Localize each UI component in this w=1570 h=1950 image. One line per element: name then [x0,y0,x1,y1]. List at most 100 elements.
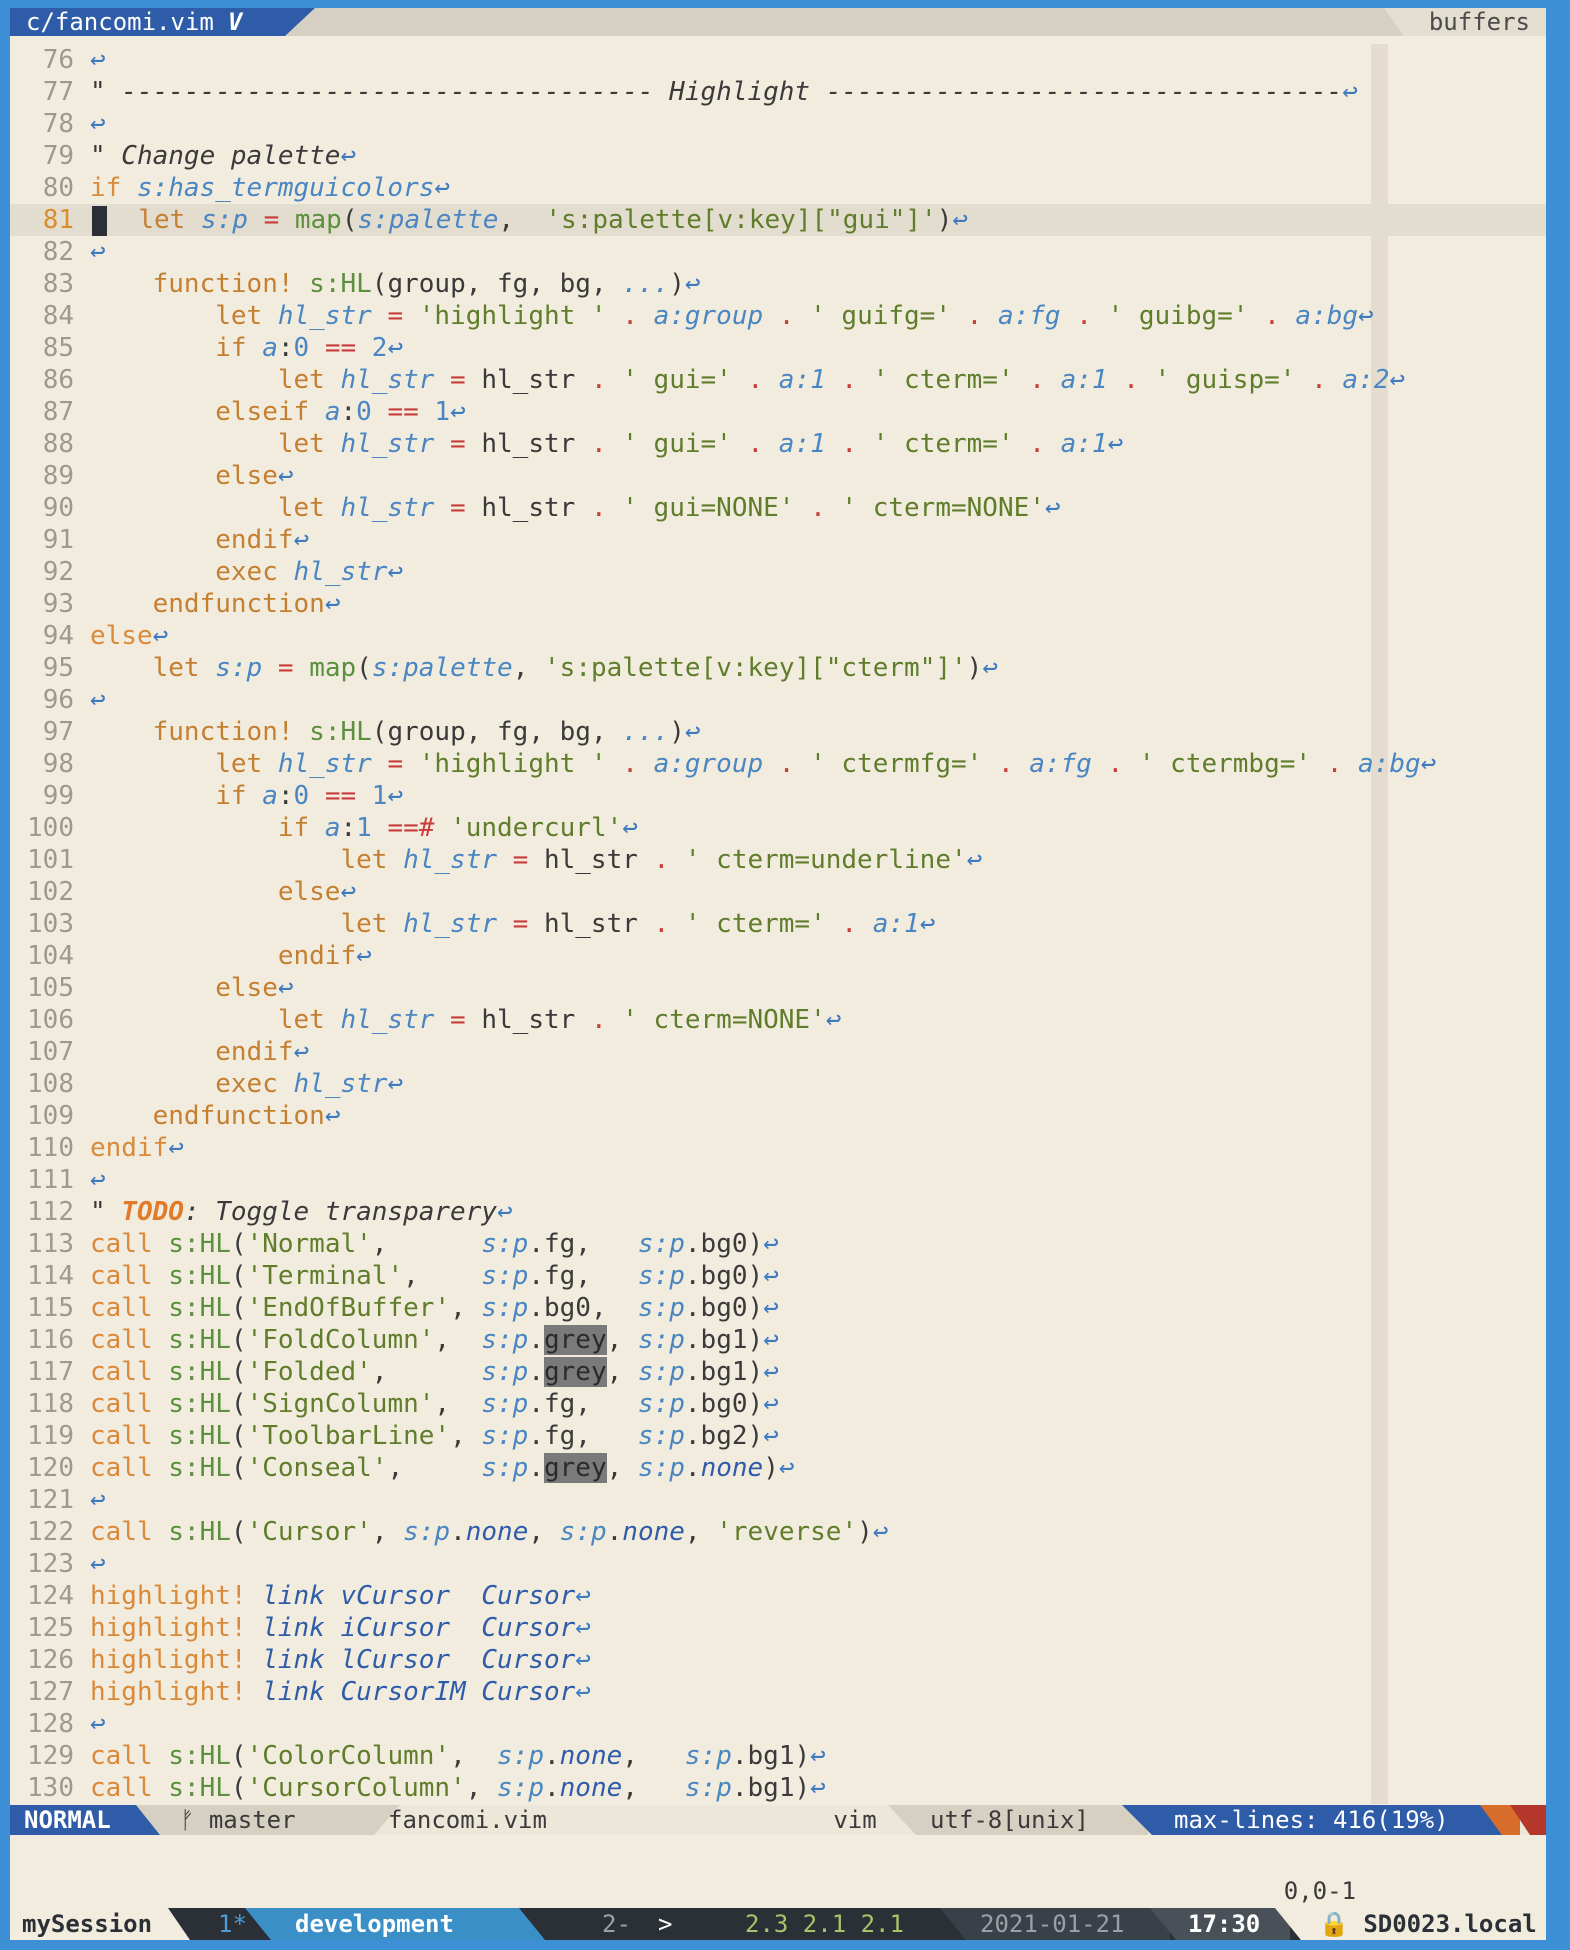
line-number: 105 [27,973,74,1003]
code-line[interactable]: 87 elseif a:0 == 1↩ [10,396,1546,428]
code-line[interactable]: 115 call s:HL('EndOfBuffer', s:p.bg0, s:p… [10,1292,1546,1324]
code-line[interactable]: 97 function! s:HL(group, fg, bg, ...)↩ [10,716,1546,748]
code-line[interactable]: 76 ↩ [10,44,1546,76]
code-line[interactable]: 84 let hl_str = 'highlight ' . a:group .… [10,300,1546,332]
line-text: if s:has_termguicolors↩ [90,173,451,203]
line-number: 101 [27,845,74,875]
line-number: 82 [42,237,74,267]
code-line[interactable]: 102 else↩ [10,876,1546,908]
code-line[interactable]: 122 call s:HL('Cursor', s:p.none, s:p.non… [10,1516,1546,1548]
code-line[interactable]: 107 endif↩ [10,1036,1546,1068]
line-text: call s:HL('FoldColumn', s:p.grey, s:p.bg… [90,1325,779,1355]
code-line[interactable]: 121 ↩ [10,1484,1546,1516]
code-line[interactable]: 82 ↩ [10,236,1546,268]
code-line[interactable]: 78 ↩ [10,108,1546,140]
line-number: 109 [27,1101,74,1131]
tmux-window-2[interactable]: 2- [602,1908,652,1940]
code-line[interactable]: 110 endif↩ [10,1132,1546,1164]
code-line[interactable]: 123 ↩ [10,1548,1546,1580]
code-line[interactable]: 108 exec hl_str↩ [10,1068,1546,1100]
code-line[interactable]: 86 let hl_str = hl_str . ' gui=' . a:1 .… [10,364,1546,396]
line-number: 84 [42,301,74,331]
code-line[interactable]: 96 ↩ [10,684,1546,716]
load-average: 2.3 2.1 2.1 [745,1910,904,1938]
tmux-status-bar: 1* mySession development 2- > 2.3 2.1 2.… [10,1908,1546,1940]
code-line[interactable]: 88 let hl_str = hl_str . ' gui=' . a:1 .… [10,428,1546,460]
line-number: 117 [27,1357,74,1387]
code-line[interactable]: 126 highlight! link lCursor Cursor↩ [10,1644,1546,1676]
code-line[interactable]: 103 let hl_str = hl_str . ' cterm=' . a:… [10,908,1546,940]
line-text: endif↩ [215,525,310,555]
line-text: else↩ [215,973,294,1003]
code-line[interactable]: 80 if s:has_termguicolors↩ [10,172,1546,204]
status-encoding: utf-8[unix] [888,1805,1148,1835]
code-line[interactable]: 114 call s:HL('Terminal', s:p.fg, s:p.bg0… [10,1260,1546,1292]
tab-fancomi-vim[interactable]: c/fancomi.vim V [10,8,315,36]
line-text: elseif a:0 == 1↩ [215,397,466,427]
code-line[interactable]: 100 if a:1 ==# 'undercurl'↩ [10,812,1546,844]
code-line[interactable]: 130 call s:HL('CursorColumn', s:p.none, s… [10,1772,1546,1804]
code-line[interactable]: 111 ↩ [10,1164,1546,1196]
line-number: 110 [27,1133,74,1163]
code-line[interactable]: 83 function! s:HL(group, fg, bg, ...)↩ [10,268,1546,300]
code-line[interactable]: 128 ↩ [10,1708,1546,1740]
code-line[interactable]: 89 else↩ [10,460,1546,492]
code-line[interactable]: 106 let hl_str = hl_str . ' cterm=NONE'↩ [10,1004,1546,1036]
code-line[interactable]: 85 if a:0 == 2↩ [10,332,1546,364]
line-number: 115 [27,1293,74,1323]
code-line[interactable]: 90 let hl_str = hl_str . ' gui=NONE' . '… [10,492,1546,524]
code-line[interactable]: 81 let s:p = map(s:palette, 's:palette[v… [10,204,1546,236]
line-number: 111 [27,1165,74,1195]
code-line[interactable]: 95 let s:p = map(s:palette, 's:palette[v… [10,652,1546,684]
code-line[interactable]: 92 exec hl_str↩ [10,556,1546,588]
code-line[interactable]: 101 let hl_str = hl_str . ' cterm=underl… [10,844,1546,876]
line-number: 95 [42,653,74,683]
vim-command-line[interactable]: 0,0-1 [10,1835,1546,1907]
code-line[interactable]: 127 highlight! link CursorIM Cursor↩ [10,1676,1546,1708]
code-line[interactable]: 105 else↩ [10,972,1546,1004]
modified-badge: V [227,8,243,36]
line-text: ↩ [90,45,106,75]
code-line[interactable]: 77 " ---------------------------------- H… [10,76,1546,108]
code-line[interactable]: 125 highlight! link iCursor Cursor↩ [10,1612,1546,1644]
terminal-window: c/fancomi.vim V buffers 76 ↩ 77 " ----------… [10,8,1546,1940]
code-line[interactable]: 118 call s:HL('SignColumn', s:p.fg, s:p.b… [10,1388,1546,1420]
tmux-window-development[interactable]: development [245,1908,545,1940]
line-text: if a:0 == 1↩ [215,781,404,811]
buffers-indicator[interactable]: buffers [1366,8,1546,36]
code-editor[interactable]: 76 ↩ 77 " ---------------------------------… [10,44,1546,1804]
line-text: ↩ [90,1165,106,1195]
line-text: highlight! link lCursor Cursor↩ [90,1645,591,1675]
line-number: 97 [42,717,74,747]
code-line[interactable]: 93 endfunction↩ [10,588,1546,620]
code-line[interactable]: 109 endfunction↩ [10,1100,1546,1132]
code-line[interactable]: 112 " TODO: Toggle transparery↩ [10,1196,1546,1228]
code-line[interactable]: 94 else↩ [10,620,1546,652]
code-line[interactable]: 99 if a:0 == 1↩ [10,780,1546,812]
code-line[interactable]: 117 call s:HL('Folded', s:p.grey, s:p.bg1… [10,1356,1546,1388]
line-text: else↩ [90,621,169,651]
line-text: call s:HL('EndOfBuffer', s:p.bg0, s:p.bg… [90,1293,779,1323]
code-line[interactable]: 129 call s:HL('ColorColumn', s:p.none, s:… [10,1740,1546,1772]
line-text: ↩ [90,109,106,139]
code-line[interactable]: 116 call s:HL('FoldColumn', s:p.grey, s:p… [10,1324,1546,1356]
line-text: endif↩ [90,1133,184,1163]
code-line[interactable]: 104 endif↩ [10,940,1546,972]
code-line[interactable]: 120 call s:HL('Conseal', s:p.grey, s:p.no… [10,1452,1546,1484]
status-filetype: vim [833,1806,877,1834]
code-line[interactable]: 98 let hl_str = 'highlight ' . a:group .… [10,748,1546,780]
line-number: 122 [27,1517,74,1547]
line-number: 99 [42,781,74,811]
code-line[interactable]: 79 " Change palette↩ [10,140,1546,172]
line-number: 77 [42,77,74,107]
code-line[interactable]: 119 call s:HL('ToolbarLine', s:p.fg, s:p.… [10,1420,1546,1452]
line-number: 93 [42,589,74,619]
code-line[interactable]: 113 call s:HL('Normal', s:p.fg, s:p.bg0)↩ [10,1228,1546,1260]
line-text: let hl_str = 'highlight ' . a:group . ' … [215,749,1437,779]
code-line[interactable]: 91 endif↩ [10,524,1546,556]
line-number: 129 [27,1741,74,1771]
code-line[interactable]: 124 highlight! link vCursor Cursor↩ [10,1580,1546,1612]
line-number: 123 [27,1549,74,1579]
line-text: call s:HL('Cursor', s:p.none, s:p.none, … [90,1517,889,1547]
line-text: call s:HL('Conseal', s:p.grey, s:p.none)… [90,1453,795,1483]
